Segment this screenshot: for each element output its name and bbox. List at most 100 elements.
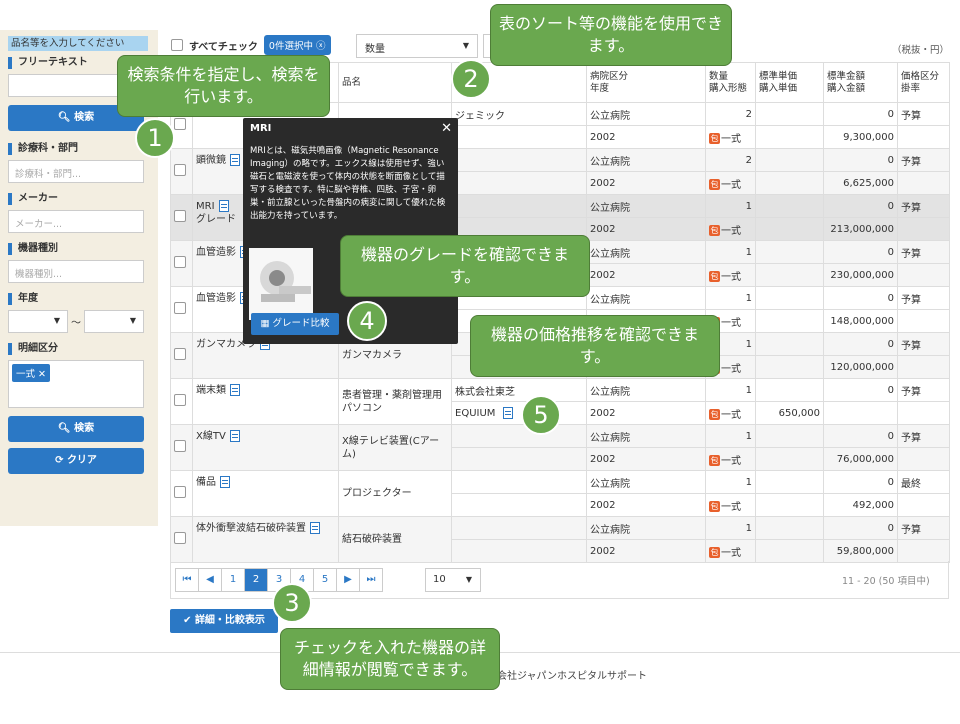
row-qty: 1 [705,470,756,494]
row-qty: 2 [705,102,756,126]
row-maker [451,470,587,494]
row-qty-text: 1 [745,384,752,396]
row-checkbox[interactable] [174,348,186,360]
row-checkbox[interactable] [174,440,186,452]
per-page-select[interactable]: 10 [425,568,481,592]
row-qty: 1 [705,194,756,218]
row-category-text: MRI [196,201,215,212]
row-checkbox[interactable] [174,210,186,222]
page-2-button[interactable]: 2 [244,568,268,592]
row-buy-total-text: 6,625,000 [843,177,894,189]
row-name: プロジェクター [338,470,452,517]
page-1-button[interactable]: 1 [221,568,245,592]
row-form: 包一式 [705,447,756,471]
row-model [451,125,587,149]
row-std-unit [755,516,824,540]
row-rate [897,401,950,425]
document-icon[interactable] [229,430,240,442]
row-hosp-text: 公立病院 [590,156,630,168]
row-checkbox[interactable] [174,256,186,268]
row-hosp: 公立病院 [586,516,706,540]
row-year-text: 2002 [590,223,616,235]
document-icon[interactable] [230,154,240,166]
row-checkbox[interactable] [174,486,186,498]
package-icon: 包 [709,455,720,466]
row-form: 包一式 [705,401,756,425]
header-qty-form[interactable]: 数量 購入形態 [705,62,756,103]
row-hosp-text: 公立病院 [590,248,630,260]
type-input[interactable]: 機器種別... [8,260,144,283]
header-price-cat[interactable]: 価格区分 掛率 [897,62,950,103]
row-checkbox[interactable] [174,302,186,314]
first-page-button[interactable]: ⏮ [175,568,199,592]
row-std-total: 0 [823,424,898,448]
row-buy-total-text: 120,000,000 [830,361,894,373]
document-icon[interactable] [220,476,230,488]
row-name-text: 結石破砕装置 [342,534,402,545]
table-row[interactable]: X線TV X線テレビ装置(Cアーム) 公立病院 1 0 予算 [170,424,950,471]
row-buy-unit-text: 650,000 [778,407,820,419]
header-total[interactable]: 標準金額 購入金額 [823,62,898,103]
row-hosp: 公立病院 [586,424,706,448]
next-page-button[interactable]: ▶ [336,568,360,592]
document-icon[interactable] [218,200,229,212]
popup-description: MRIとは、磁気共鳴画像（Magnetic Resonance Imaging）… [250,146,446,221]
row-checkbox[interactable] [174,532,186,544]
row-year: 2002 [586,125,706,149]
detail-chip[interactable]: 一式 ✕ [12,364,51,382]
header-qty-text: 数量 [709,70,729,82]
row-maker [451,194,587,218]
search-button-bottom[interactable]: 🔍︎ 検索 [8,416,144,442]
dept-input[interactable]: 診療科・部門... [8,160,144,183]
row-name: X線テレビ装置(Cアーム) [338,424,452,471]
document-icon[interactable] [310,522,320,534]
clear-button[interactable]: ⟳ クリア [8,448,144,474]
row-buy-total-text: 492,000 [852,499,894,511]
chart-icon[interactable] [502,407,513,419]
detail-compare-button[interactable]: ✔ 詳細・比較表示 [170,609,278,633]
row-rate [897,355,950,379]
package-icon: 包 [709,179,720,190]
check-all-checkbox[interactable] [171,39,183,51]
selected-count-badge[interactable]: 0件選択中 ⓧ [263,35,331,55]
year-from-select[interactable] [8,310,68,333]
header-hosp-year[interactable]: 病院区分 年度 [586,62,706,103]
table-row[interactable]: 備品 プロジェクター 公立病院 1 0 最終 [170,470,950,517]
table-row[interactable]: 体外衝撃波結石破砕装置 結石破砕装置 公立病院 1 0 予算 [170,516,950,563]
row-checkbox[interactable] [174,164,186,176]
row-form: 包一式 [705,263,756,287]
row-checkbox[interactable] [174,394,186,406]
search-button-label: 検索 [74,112,95,123]
close-icon[interactable]: ✕ [441,121,452,136]
row-qty: 1 [705,286,756,310]
row-form-text: 一式 [721,547,741,559]
prev-page-button[interactable]: ◀ [198,568,222,592]
row-std-total: 0 [823,378,898,402]
check-icon: ✔ [183,615,192,626]
header-unit[interactable]: 標準単価 購入単価 [755,62,824,103]
row-price-cat-text: 予算 [901,156,921,168]
row-checkbox[interactable] [174,118,186,130]
document-icon[interactable] [230,384,240,396]
chip-remove-icon[interactable]: ✕ [38,369,46,380]
last-page-button[interactable]: ⏭ [359,568,383,592]
detail-type-field[interactable]: 一式 ✕ [8,360,144,408]
year-to-select[interactable] [84,310,144,333]
package-icon: 包 [709,501,720,512]
refresh-icon: ⟳ [55,455,64,466]
sort-select[interactable]: 数量 [356,34,478,58]
table-row[interactable]: 端末類 患者管理・薬剤管理用パソコン 株式会社東芝 公立病院 1 0 予算 [170,378,950,425]
row-hosp: 公立病院 [586,194,706,218]
row-std-total-text: 0 [887,200,894,212]
row-year: 2002 [586,217,706,241]
clear-selection-icon[interactable]: ⓧ [316,41,326,52]
row-buy-total-text: 230,000,000 [830,269,894,281]
popup-title: MRI [250,123,272,134]
maker-input[interactable]: メーカー... [8,210,144,233]
row-std-total: 0 [823,240,898,264]
grade-compare-button[interactable]: ▦ グレード比較 [251,313,339,335]
page-5-button[interactable]: 5 [313,568,337,592]
row-name: 結石破砕装置 [338,516,452,563]
row-category: 備品 [192,470,339,517]
header-name[interactable]: 品名 [338,62,452,103]
